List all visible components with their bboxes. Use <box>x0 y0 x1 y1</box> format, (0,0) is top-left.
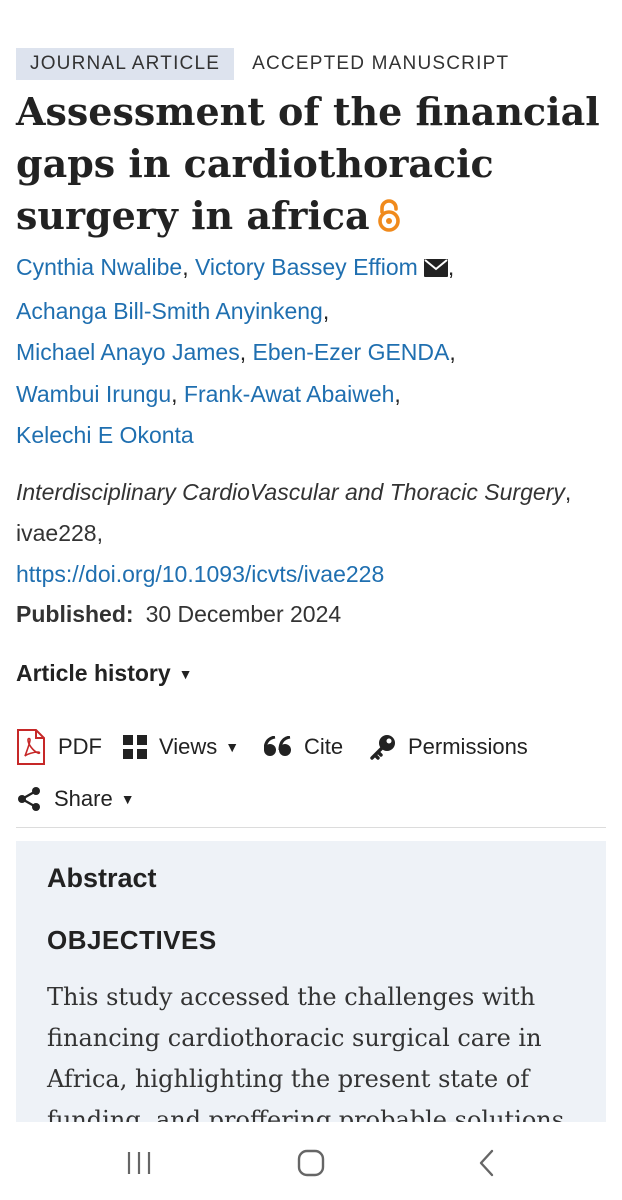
caret-down-icon: ▼ <box>225 739 240 755</box>
cite-button[interactable]: Cite <box>264 726 343 768</box>
permissions-label: Permissions <box>408 734 528 759</box>
caret-down-icon: ▼ <box>120 791 135 807</box>
recent-apps-button[interactable] <box>124 1148 154 1178</box>
android-navigation-bar <box>0 1122 622 1200</box>
author-link[interactable]: Eben-Ezer GENDA <box>253 339 450 365</box>
article-history-label: Article history <box>16 660 171 686</box>
journal-name: Interdisciplinary CardioVascular and Tho… <box>16 479 565 505</box>
author-link[interactable]: Wambui Irungu <box>16 381 171 407</box>
share-label: Share <box>54 786 113 811</box>
views-label: Views <box>159 734 218 759</box>
author-list: Cynthia Nwalibe, Victory Bassey Effiom, … <box>16 247 606 457</box>
abstract-heading: Abstract <box>47 863 157 893</box>
author-link[interactable]: Achanga Bill-Smith Anyinkeng <box>16 298 323 324</box>
article-type-badge: JOURNAL ARTICLE <box>16 48 235 80</box>
home-button[interactable] <box>296 1148 326 1178</box>
back-button[interactable] <box>472 1148 502 1178</box>
author-line: Michael Anayo James, Eben-Ezer GENDA, <box>16 339 456 365</box>
pdf-button[interactable]: PDF <box>16 726 102 768</box>
published-label: Published: <box>16 601 134 627</box>
published-value: 30 December 2024 <box>145 601 342 627</box>
quote-icon <box>264 736 292 758</box>
open-access-icon <box>376 194 402 246</box>
article-title-text: Assessment of the financial gaps in card… <box>16 89 600 238</box>
share-icon <box>16 786 42 812</box>
abstract-objectives-heading: OBJECTIVES <box>47 925 217 955</box>
abstract-objectives-text: This study accessed the challenges with … <box>47 983 565 1122</box>
citation-block: Interdisciplinary CardioVascular and Tho… <box>16 472 606 595</box>
home-icon <box>297 1149 325 1177</box>
caret-down-icon: ▼ <box>178 666 193 682</box>
author-link[interactable]: Michael Anayo James <box>16 339 240 365</box>
author-line: Kelechi E Okonta <box>16 415 606 457</box>
abstract-section: Abstract OBJECTIVES This study accessed … <box>16 841 606 1122</box>
author-link[interactable]: Victory Bassey Effiom <box>195 254 418 280</box>
back-chevron-icon <box>479 1149 494 1177</box>
author-link[interactable]: Frank-Awat Abaiweh <box>184 381 395 407</box>
author-line: Cynthia Nwalibe, Victory Bassey Effiom, <box>16 247 606 291</box>
author-link[interactable]: Kelechi E Okonta <box>16 422 194 448</box>
grid-icon <box>123 735 147 759</box>
toolbar-divider <box>16 827 606 828</box>
article-history-toggle[interactable]: Article history ▼ <box>16 655 193 692</box>
author-line: Achanga Bill-Smith Anyinkeng, <box>16 297 330 324</box>
author-link[interactable]: Cynthia Nwalibe <box>16 254 182 280</box>
views-dropdown[interactable]: Views ▼ <box>123 726 239 768</box>
article-badges: JOURNAL ARTICLE ACCEPTED MANUSCRIPT <box>16 48 509 80</box>
pdf-icon <box>16 728 46 766</box>
key-icon <box>370 734 396 760</box>
manuscript-status-label: ACCEPTED MANUSCRIPT <box>252 53 510 74</box>
recent-apps-icon <box>127 1152 151 1174</box>
envelope-icon[interactable] <box>423 249 448 291</box>
article-title: Assessment of the financial gaps in card… <box>16 86 606 246</box>
doi-link[interactable]: https://doi.org/10.1093/icvts/ivae228 <box>16 561 384 587</box>
permissions-button[interactable]: Permissions <box>370 726 528 768</box>
cite-label: Cite <box>304 734 344 759</box>
share-dropdown[interactable]: Share ▼ <box>16 778 135 820</box>
article-page: JOURNAL ARTICLE ACCEPTED MANUSCRIPT Asse… <box>0 0 622 1122</box>
pdf-label: PDF <box>58 734 102 759</box>
published-date: Published: 30 December 2024 <box>16 596 341 632</box>
author-line: Wambui Irungu, Frank-Awat Abaiweh, <box>16 380 401 407</box>
